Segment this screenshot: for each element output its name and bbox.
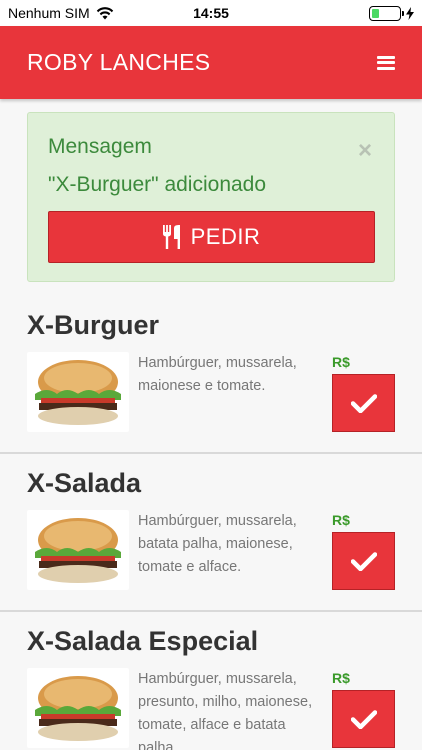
product-price: R$ [332, 670, 350, 686]
product-price: R$ [332, 512, 350, 528]
status-right [369, 5, 414, 21]
menu-line [377, 55, 395, 59]
wifi-icon [96, 6, 113, 19]
order-button-label: PEDIR [190, 224, 261, 249]
product-description: Hambúrguer, mussarela, presunto, milho, … [138, 671, 313, 750]
brand-title[interactable]: ROBY LANCHES [27, 49, 210, 76]
check-icon [350, 394, 377, 413]
check-icon [350, 710, 377, 729]
success-alert: Mensagem × "X-Burguer" adicionado PEDIR [27, 112, 395, 282]
burger-image [27, 668, 129, 748]
hamburger-menu-icon[interactable] [377, 55, 395, 70]
divider [0, 610, 422, 612]
check-icon [350, 552, 377, 571]
product-price: R$ [332, 354, 350, 370]
close-icon[interactable]: × [358, 139, 372, 163]
product-description: Hambúrguer, mussarela, maionese e tomate… [138, 355, 297, 394]
navbar: ROBY LANCHES [0, 26, 422, 99]
divider [0, 452, 422, 454]
alert-message: "X-Burguer" adicionado [48, 173, 267, 196]
charging-bolt-icon [406, 6, 414, 20]
add-item-button[interactable] [332, 532, 395, 590]
add-item-button[interactable] [332, 374, 395, 432]
cutlery-icon [162, 225, 180, 249]
add-item-button[interactable] [332, 690, 395, 748]
status-left: Nenhum SIM [8, 5, 114, 21]
product-name: X-Salada Especial [27, 626, 259, 656]
product-name: X-Burguer [27, 310, 160, 340]
alert-title: Mensagem [48, 135, 152, 158]
burger-image [27, 352, 129, 432]
status-bar: Nenhum SIM 14:55 [0, 0, 422, 26]
menu-line [377, 61, 395, 64]
battery-icon [369, 5, 404, 21]
carrier-label: Nenhum SIM [8, 5, 90, 21]
order-button[interactable]: PEDIR [48, 211, 375, 263]
product-description: Hambúrguer, mussarela, batata palha, mai… [138, 513, 297, 575]
burger-image [27, 510, 129, 590]
battery-level [372, 8, 379, 18]
menu-line [377, 66, 395, 70]
product-name: X-Salada [27, 468, 142, 498]
